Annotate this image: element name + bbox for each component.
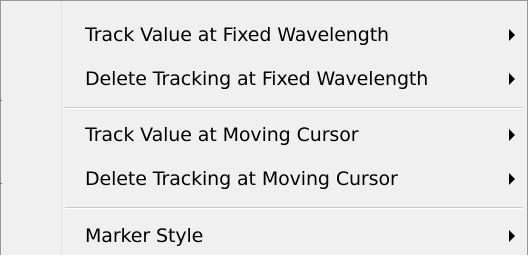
context-menu: Track Value at Fixed Wavelength Delete T…: [0, 0, 528, 255]
menu-item-track-fixed-wavelength[interactable]: Track Value at Fixed Wavelength: [3, 13, 525, 57]
menu-item-label: Track Value at Moving Cursor: [85, 124, 359, 146]
background-edge-tick: [0, 183, 2, 184]
submenu-arrow-icon: [509, 173, 515, 185]
submenu-arrow-icon: [509, 29, 515, 41]
menu-separator: [65, 207, 523, 209]
menu-item-label: Delete Tracking at Moving Cursor: [85, 168, 398, 190]
menu-item-marker-style[interactable]: Marker Style: [3, 214, 525, 258]
menu-item-label: Marker Style: [85, 225, 204, 247]
submenu-arrow-icon: [509, 73, 515, 85]
menu-item-label: Track Value at Fixed Wavelength: [85, 24, 389, 46]
menu-item-track-moving-cursor[interactable]: Track Value at Moving Cursor: [3, 113, 525, 157]
menu-item-delete-fixed-wavelength[interactable]: Delete Tracking at Fixed Wavelength: [3, 57, 525, 101]
menu-item-label: Delete Tracking at Fixed Wavelength: [85, 68, 429, 90]
menu-separator: [65, 107, 523, 109]
menu-item-delete-moving-cursor[interactable]: Delete Tracking at Moving Cursor: [3, 157, 525, 201]
submenu-arrow-icon: [509, 230, 515, 242]
submenu-arrow-icon: [509, 129, 515, 141]
background-edge-tick: [0, 100, 2, 101]
